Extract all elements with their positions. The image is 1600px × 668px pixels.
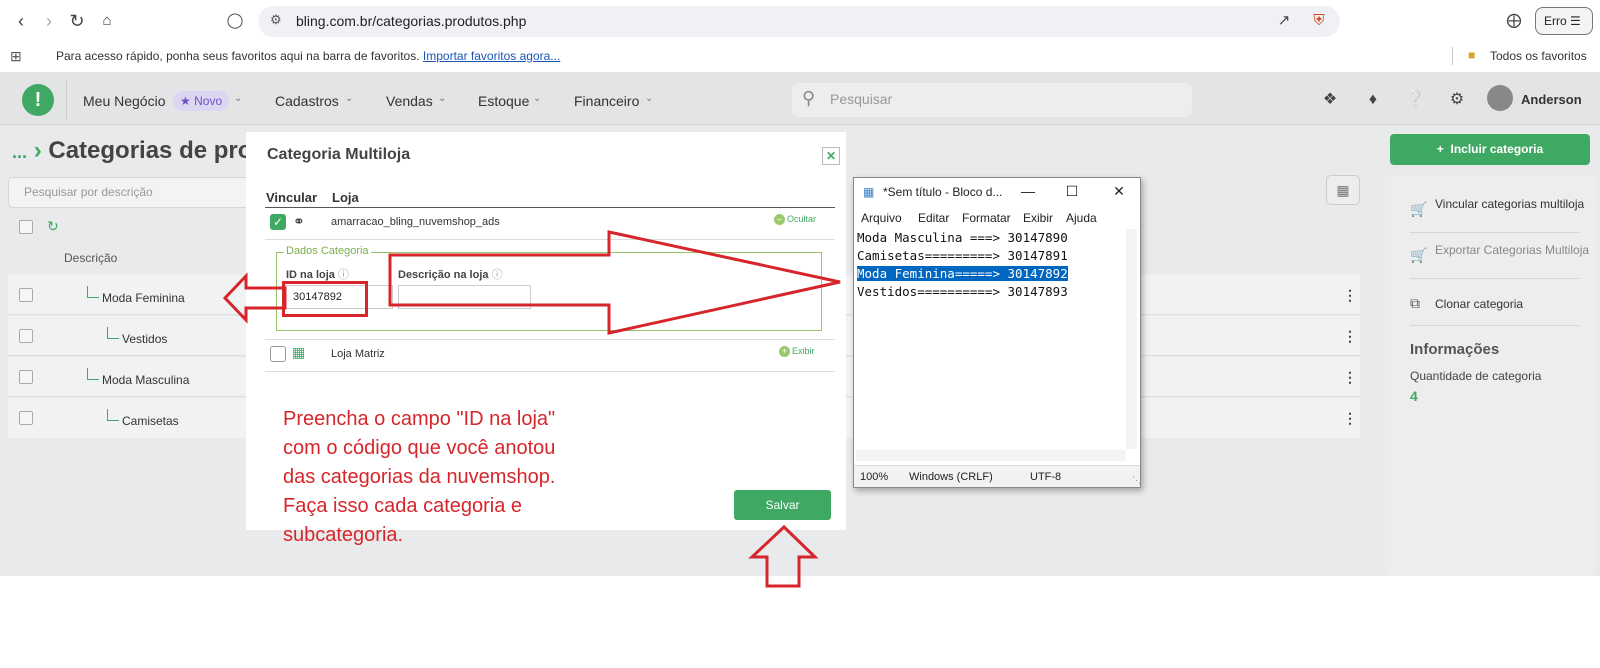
text-line[interactable]: Vestidos==========> 30147893 [857,284,1068,299]
status-eol: Windows (CRLF) [909,471,993,483]
notepad-icon: ▦ [863,185,875,199]
menu-exibir[interactable]: Exibir [1023,211,1053,225]
status-zoom: 100% [860,471,889,483]
text-line[interactable]: Camisetas=========> 30147891 [857,248,1068,263]
menu-editar[interactable]: Editar [918,211,949,225]
menu-ajuda[interactable]: Ajuda [1066,211,1097,225]
left-arrow [222,272,287,324]
horizontal-scrollbar[interactable] [856,450,1126,461]
minimize-icon[interactable]: — [1018,183,1038,199]
status-bar [854,465,1140,487]
status-encoding: UTF-8 [1030,471,1062,483]
maximize-icon[interactable]: ☐ [1062,183,1082,200]
vertical-scrollbar[interactable] [1126,229,1137,449]
resize-grip-icon[interactable]: ⋱ [1132,475,1141,486]
menu-formatar[interactable]: Formatar [962,211,1011,225]
menu-arquivo[interactable]: Arquivo [861,211,902,225]
text-line-selected[interactable]: Moda Feminina=====> 30147892 [857,266,1068,281]
annotation-arrows [222,230,841,588]
notepad-title: *Sem título - Bloco d... [883,185,1003,199]
close-icon[interactable]: ✕ [1109,183,1129,200]
right-arrow [388,230,841,335]
up-arrow [748,524,819,588]
text-line[interactable]: Moda Masculina ===> 30147890 [857,230,1068,245]
